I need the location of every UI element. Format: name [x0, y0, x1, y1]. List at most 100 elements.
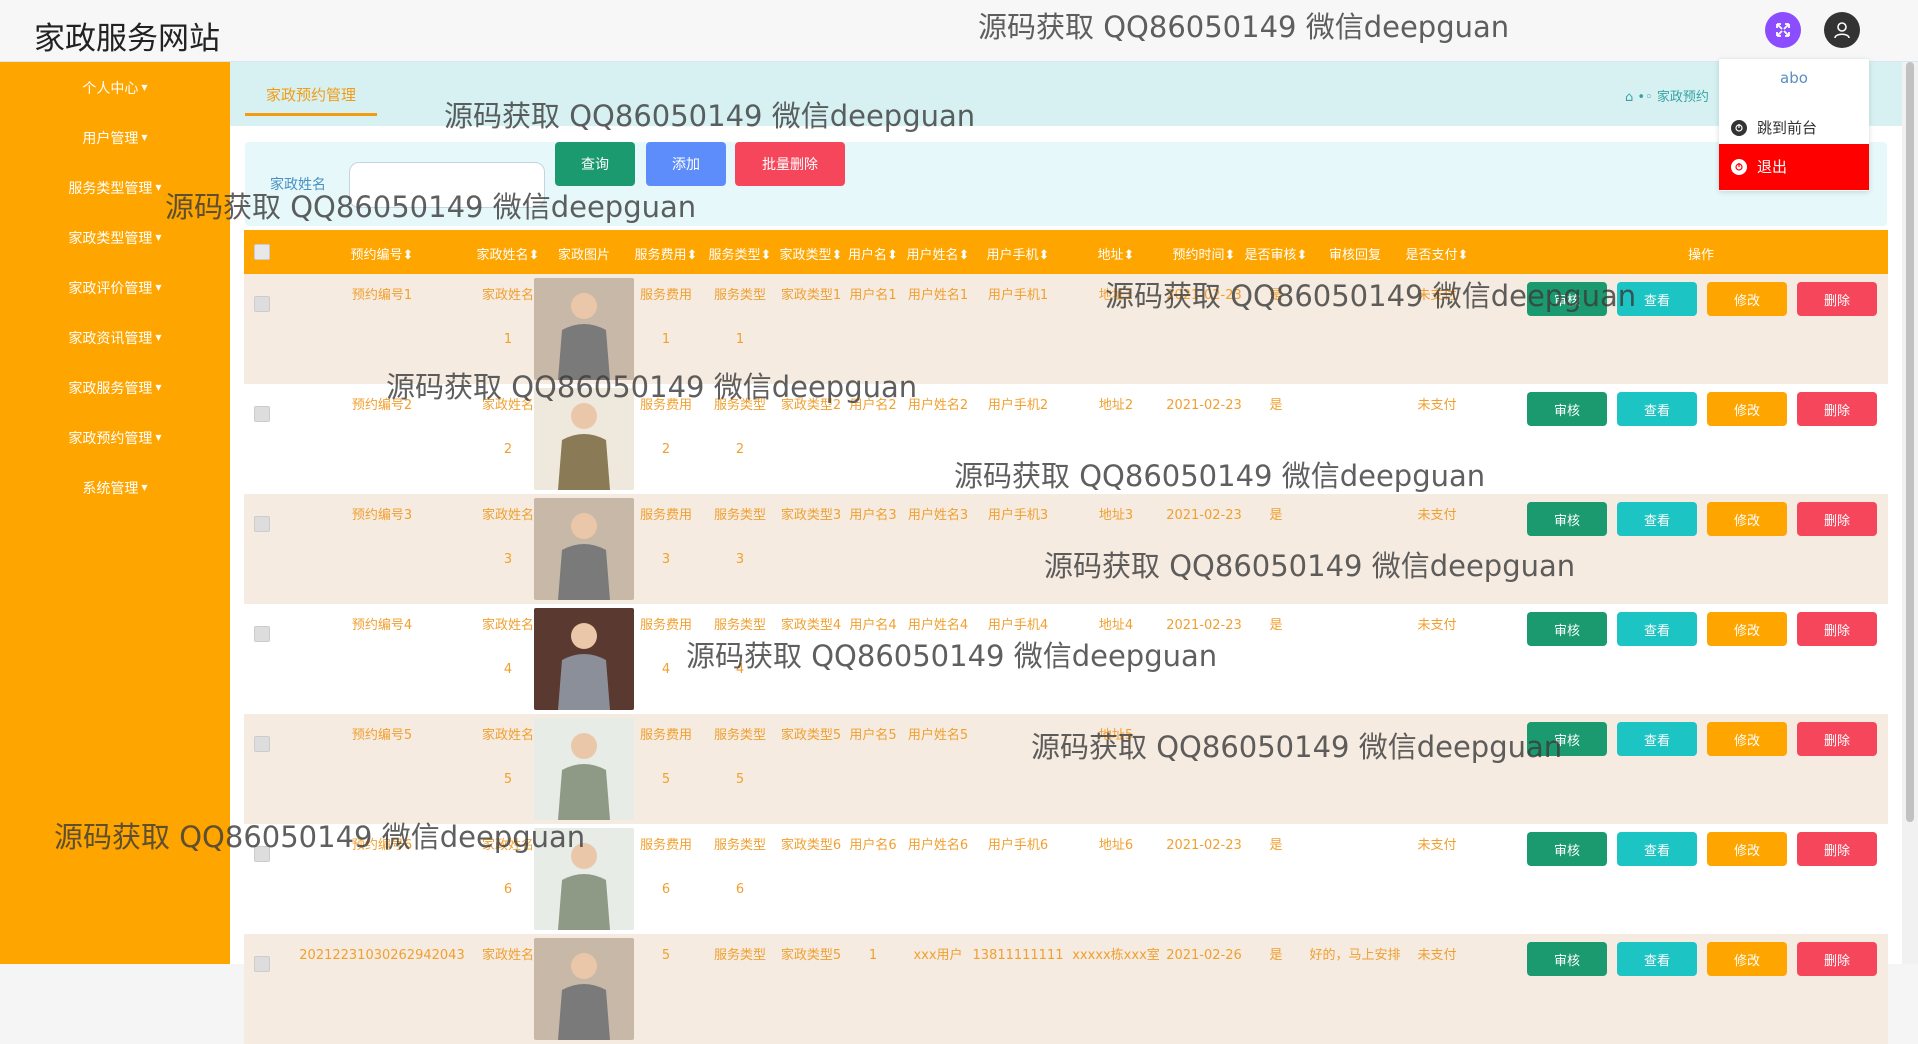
cell-housekeeping-type: 家政类型5 — [780, 948, 842, 963]
sidebar-item-system[interactable]: 系统管理 ▼ — [0, 478, 230, 498]
col-header[interactable]: 服务类型⬍ — [709, 244, 772, 263]
main-content: 家政预约管理 ⌂ •◦ 家政预约 家政姓名 查询 添加 批量删除 预约编号⬍ 家… — [230, 62, 1902, 1044]
cell-paid: 未支付 — [1417, 838, 1457, 853]
col-header[interactable]: 地址⬍ — [1098, 244, 1135, 263]
delete-button[interactable]: 删除 — [1797, 722, 1877, 756]
power-icon — [1731, 120, 1747, 136]
cell-service-fee: 服务费用 1 — [639, 288, 693, 347]
delete-button[interactable]: 删除 — [1797, 942, 1877, 976]
top-bar: 家政服务网站 — [0, 0, 1918, 62]
name-search-input[interactable] — [349, 162, 545, 208]
view-button[interactable]: 查看 — [1617, 722, 1697, 756]
cell-audited: 是 — [1269, 508, 1283, 523]
col-header[interactable]: 家政类型⬍ — [780, 244, 843, 263]
scrollbar-thumb[interactable] — [1906, 62, 1914, 822]
audit-button[interactable]: 审核 — [1527, 832, 1607, 866]
cell-housekeeping-type: 家政类型1 — [780, 288, 842, 303]
sidebar-item-housekeeping-types[interactable]: 家政类型管理 ▼ — [0, 228, 230, 248]
delete-button[interactable]: 删除 — [1797, 832, 1877, 866]
cell-appointment-time: 2021-02-23 — [1166, 618, 1242, 633]
edit-button[interactable]: 修改 — [1707, 722, 1787, 756]
cell-housekeeper-name: 家政姓名 3 — [481, 508, 535, 567]
audit-button[interactable]: 审核 — [1527, 942, 1607, 976]
cell-username: 用户名2 — [849, 398, 897, 413]
cell-address: 地址3 — [1098, 508, 1134, 523]
view-button[interactable]: 查看 — [1617, 502, 1697, 536]
housekeeper-photo — [534, 938, 634, 1040]
tab-appointments[interactable]: 家政预约管理 — [245, 82, 377, 116]
delete-button[interactable]: 删除 — [1797, 612, 1877, 646]
edit-button[interactable]: 修改 — [1707, 392, 1787, 426]
delete-button[interactable]: 删除 — [1797, 282, 1877, 316]
sidebar-item-services[interactable]: 家政服务管理 ▼ — [0, 378, 230, 398]
audit-button[interactable]: 审核 — [1527, 282, 1607, 316]
view-button[interactable]: 查看 — [1617, 612, 1697, 646]
row-checkbox[interactable] — [254, 626, 270, 642]
sidebar-item-users[interactable]: 用户管理 ▼ — [0, 128, 230, 148]
cell-service-fee: 服务费用 3 — [639, 508, 693, 567]
chevron-down-icon: ▼ — [155, 333, 162, 342]
col-header[interactable]: 预约时间⬍ — [1173, 244, 1236, 263]
batch-delete-button[interactable]: 批量删除 — [735, 142, 845, 186]
view-button[interactable]: 查看 — [1617, 392, 1697, 426]
sidebar-item-appointments[interactable]: 家政预约管理 ▼ — [0, 428, 230, 448]
cell-user-realname: 用户姓名2 — [907, 398, 969, 413]
cell-housekeeping-type: 家政类型3 — [780, 508, 842, 523]
audit-button[interactable]: 审核 — [1527, 612, 1607, 646]
vertical-scrollbar[interactable] — [1902, 62, 1918, 964]
edit-button[interactable]: 修改 — [1707, 832, 1787, 866]
cell-housekeeper-name: 家政姓名 2 — [481, 398, 535, 457]
sidebar-item-reviews[interactable]: 家政评价管理 ▼ — [0, 278, 230, 298]
add-button[interactable]: 添加 — [646, 142, 726, 186]
view-button[interactable]: 查看 — [1617, 832, 1697, 866]
col-header[interactable]: 服务费用⬍ — [635, 244, 698, 263]
audit-button[interactable]: 审核 — [1527, 722, 1607, 756]
col-header[interactable]: 家政姓名⬍ — [477, 244, 540, 263]
row-checkbox[interactable] — [254, 296, 270, 312]
delete-button[interactable]: 删除 — [1797, 502, 1877, 536]
fullscreen-button[interactable] — [1765, 12, 1801, 48]
chevron-down-icon: ▼ — [155, 183, 162, 192]
row-checkbox[interactable] — [254, 846, 270, 862]
col-header: 审核回复 — [1328, 248, 1382, 263]
cell-appointment-id: 预约编号2 — [351, 398, 413, 413]
cell-service-fee: 5 — [661, 948, 671, 963]
col-header[interactable]: 用户手机⬍ — [987, 244, 1050, 263]
cell-housekeeper-name: 家政姓名 — [481, 948, 535, 963]
delete-button[interactable]: 删除 — [1797, 392, 1877, 426]
row-checkbox[interactable] — [254, 516, 270, 532]
cell-user-realname: xxx用户 — [913, 948, 963, 963]
col-header[interactable]: 用户姓名⬍ — [907, 244, 970, 263]
col-header[interactable]: 是否支付⬍ — [1406, 244, 1469, 263]
user-menu-button[interactable] — [1824, 12, 1860, 48]
audit-button[interactable]: 审核 — [1527, 392, 1607, 426]
edit-button[interactable]: 修改 — [1707, 502, 1787, 536]
col-header[interactable]: 用户名⬍ — [848, 244, 898, 263]
query-button[interactable]: 查询 — [555, 142, 635, 186]
select-all-checkbox[interactable] — [254, 244, 270, 260]
audit-button[interactable]: 审核 — [1527, 502, 1607, 536]
edit-button[interactable]: 修改 — [1707, 942, 1787, 976]
cell-username: 用户名6 — [849, 838, 897, 853]
sidebar-item-service-types[interactable]: 服务类型管理 ▼ — [0, 178, 230, 198]
edit-button[interactable]: 修改 — [1707, 612, 1787, 646]
col-header[interactable]: 预约编号⬍ — [351, 244, 414, 263]
col-header[interactable]: 是否审核⬍ — [1245, 244, 1308, 263]
row-checkbox[interactable] — [254, 406, 270, 422]
sidebar-item-personal-center[interactable]: 个人中心 ▼ — [0, 78, 230, 98]
view-button[interactable]: 查看 — [1617, 282, 1697, 316]
breadcrumb[interactable]: ⌂ •◦ 家政预约 — [1625, 86, 1709, 105]
row-checkbox[interactable] — [254, 736, 270, 752]
row-checkbox[interactable] — [254, 956, 270, 972]
cell-audited: 是 — [1269, 288, 1283, 303]
cell-audited: 是 — [1269, 618, 1283, 633]
cell-service-type: 服务类型 2 — [713, 398, 767, 457]
edit-button[interactable]: 修改 — [1707, 282, 1787, 316]
cell-paid: 未支付 — [1417, 948, 1457, 963]
view-button[interactable]: 查看 — [1617, 942, 1697, 976]
sidebar-item-news[interactable]: 家政资讯管理 ▼ — [0, 328, 230, 348]
go-to-frontend-item[interactable]: 跳到前台 — [1719, 111, 1869, 145]
search-label: 家政姓名 — [270, 177, 326, 193]
logout-item[interactable]: 退出 — [1719, 144, 1869, 190]
user-dropdown-menu: abo 跳到前台 退出 — [1719, 59, 1869, 191]
